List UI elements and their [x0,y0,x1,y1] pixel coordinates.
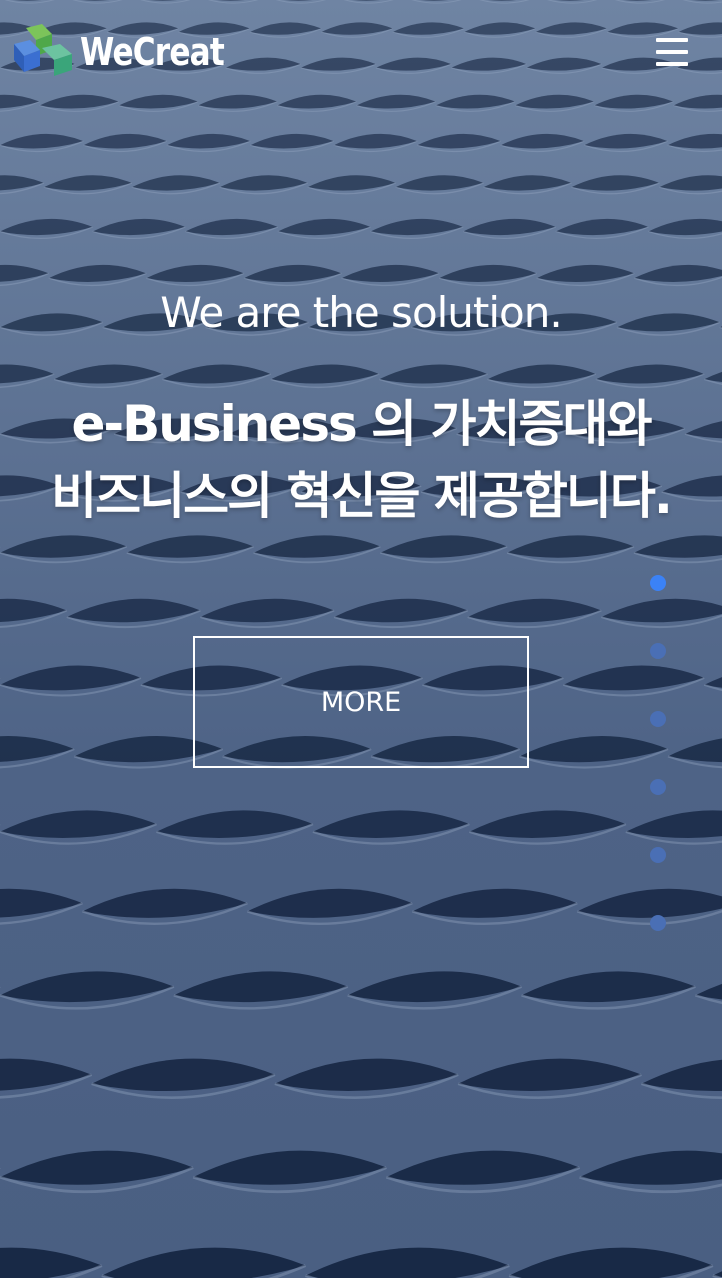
menu-bar [656,62,688,66]
headline-line-2: 비즈니스의 혁신을 제공합니다. [51,467,673,525]
pager-dot[interactable] [650,643,666,659]
hero-tagline: We are the solution. [160,288,562,337]
hamburger-menu-icon[interactable] [656,38,690,66]
pager-dot[interactable] [650,847,666,863]
pager-dot[interactable] [650,711,666,727]
slide-pager [650,575,668,983]
site-logo[interactable]: WeCreat [12,22,256,82]
menu-bar [656,50,688,54]
cube-logo-icon [14,24,72,76]
pager-dot[interactable] [650,575,666,591]
logo-text: WeCreat [80,30,225,74]
pager-dot[interactable] [650,915,666,931]
hero-headline: e-Business 의 가치증대와 비즈니스의 혁신을 제공합니다. [0,388,722,532]
pager-dot[interactable] [650,779,666,795]
menu-bar [656,38,688,42]
headline-line-1: e-Business 의 가치증대와 [71,395,652,453]
hero-section: WeCreat We are the solution. e-Business … [0,0,722,1278]
more-button[interactable]: MORE [193,636,529,768]
site-header: WeCreat [0,0,722,100]
